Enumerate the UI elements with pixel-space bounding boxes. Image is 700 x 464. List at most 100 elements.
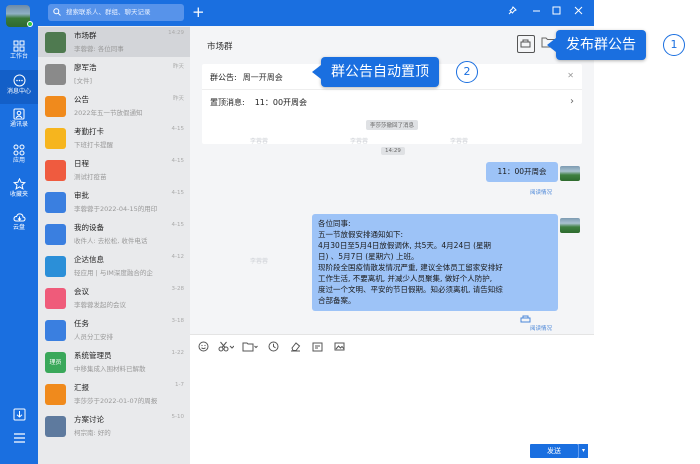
conversation-preview: 轻应用 | 与IM深度融合的企 <box>74 269 153 277</box>
add-button[interactable]: + <box>192 2 205 22</box>
conversation-item[interactable]: 会议 李蓉蓉发起的会议 3-28 <box>38 283 190 313</box>
conversation-avatar <box>45 256 66 277</box>
publish-notice-button[interactable] <box>517 35 535 53</box>
conversation-preview: 人员分工安排 <box>74 333 113 341</box>
app-window: 工作台 消息中心 通讯录 应用 收藏夹 云盘 搜索联系人、群组、聊天记录 + 市… <box>0 0 700 464</box>
rail-item-apps[interactable]: 应用 <box>0 140 38 174</box>
conversation-item[interactable]: 企达信息 轻应用 | 与IM深度融合的企 4-12 <box>38 251 190 281</box>
announcement-icon <box>520 39 531 48</box>
conversation-item[interactable]: 方案讨论 柯宗南: 好的 5-10 <box>38 411 190 441</box>
conversation-name: 方案讨论 <box>74 415 104 424</box>
conversation-avatar <box>45 384 66 405</box>
message-line: 日) 、5月7日 (星期六) 上班。 <box>318 252 419 261</box>
download-button[interactable] <box>0 404 38 426</box>
watermark: 李蓉蓉 <box>250 258 269 265</box>
read-status-link[interactable]: 阅读情况 <box>530 188 552 196</box>
contacts-icon <box>13 108 25 120</box>
close-notice-button[interactable]: ✕ <box>567 71 574 80</box>
conversation-avatar <box>45 96 66 117</box>
message-line: 工作生活, 不要离机, 并减少人员聚集, 做好个人防护, <box>318 274 493 283</box>
conversation-preview: 柯宗南: 好的 <box>74 429 111 437</box>
eraser-icon[interactable] <box>290 341 301 352</box>
conversation-item[interactable]: 公告 2022年五一节放假通知 昨天 <box>38 91 190 121</box>
minimize-button[interactable] <box>532 6 541 19</box>
notice-label: 群公告: <box>210 73 237 82</box>
chat-title: 市场群 <box>207 42 233 52</box>
message-bubble[interactable]: 各位同事: 五一节放假安排通知如下: 4月30日至5月4日放假调休, 共5天。4月2… <box>312 214 558 311</box>
pin-window-button[interactable] <box>508 6 517 19</box>
folder-icon[interactable] <box>242 341 258 352</box>
divider <box>202 89 582 90</box>
avatar[interactable] <box>560 166 580 181</box>
conversation-name: 考勤打卡 <box>74 127 104 136</box>
avatar[interactable] <box>560 218 580 233</box>
conversation-item[interactable]: 汇报李莎莎于2022-01-07的周报 1-7 <box>38 379 190 409</box>
send-options-button[interactable]: ▾ <box>578 444 588 458</box>
conversation-item[interactable]: 我的设备 收件人: 去松松, 收件电话 4-15 <box>38 219 190 249</box>
rail-item-messages[interactable]: 消息中心 <box>0 70 38 104</box>
conversation-name: 任务 <box>74 319 89 328</box>
rail-item-cloud[interactable]: 云盘 <box>0 208 38 242</box>
rail-label: 收藏夹 <box>9 191 28 198</box>
menu-button[interactable] <box>0 428 38 450</box>
close-window-button[interactable] <box>574 6 583 19</box>
rail-item-contacts[interactable]: 通讯录 <box>0 104 38 138</box>
callout-notice-pinned: 群公告自动置顶 <box>312 57 439 87</box>
notice-row: 群公告: 周一开周会 <box>210 72 283 83</box>
conversation-preview: 李蓉蓉于2022-04-15的用印 <box>74 205 158 213</box>
conversation-item[interactable]: 任务 人员分工安排 3-18 <box>38 315 190 345</box>
conversation-avatar <box>45 416 66 437</box>
conversation-item[interactable]: 廖军浩 [文件] 昨天 <box>38 59 190 89</box>
search-icon <box>53 8 61 16</box>
conversation-item[interactable]: 理员 系统管理员 中移集成入围材料已解散 1-22 <box>38 347 190 377</box>
conversation-avatar <box>45 320 66 341</box>
conversation-list: 市场群 李蓉蓉: 各位同事 14:29 廖军浩 [文件] 昨天 公告 2022年五一节放假通知… <box>38 26 190 464</box>
top-bar: 搜索联系人、群组、聊天记录 + <box>38 0 594 26</box>
search-input[interactable]: 搜索联系人、群组、聊天记录 <box>48 4 184 21</box>
conversation-time: 4-15 <box>171 190 184 196</box>
announcement-icon <box>520 315 531 323</box>
conversation-item[interactable]: 考勤打卡 下班打卡提醒 4-15 <box>38 123 190 153</box>
message-line: 度过一个文明、平安的节日假期。知必须离机, 请告知综 <box>318 285 503 294</box>
message-action-icon[interactable] <box>520 315 532 324</box>
callout-publish-notice: 发布群公告 <box>547 30 646 60</box>
pinned-value: 11：00开周会 <box>254 98 308 107</box>
conversation-item[interactable]: 审批 李蓉蓉于2022-04-15的用印 4-15 <box>38 187 190 217</box>
hamburger-icon <box>13 433 25 443</box>
scissors-icon[interactable] <box>218 341 234 352</box>
search-placeholder: 搜索联系人、群组、聊天记录 <box>66 8 151 16</box>
maximize-button[interactable] <box>552 6 561 19</box>
pinned-message-row[interactable]: 置顶消息: 11：00开周会 <box>210 97 307 108</box>
conversation-time: 1-7 <box>175 382 184 388</box>
conversation-avatar <box>45 64 66 85</box>
conversation-name: 汇报 <box>74 383 89 392</box>
rail-item-favorites[interactable]: 收藏夹 <box>0 174 38 208</box>
clock-icon[interactable] <box>268 341 279 352</box>
emoji-icon[interactable] <box>198 341 209 352</box>
conversation-name: 会议 <box>74 287 89 296</box>
conversation-avatar <box>45 128 66 149</box>
message-line: 五一节放假安排通知如下: <box>318 230 404 239</box>
conversation-time: 4-15 <box>171 222 184 228</box>
read-status-link[interactable]: 阅读情况 <box>530 324 552 332</box>
send-button[interactable]: 发送 <box>530 444 578 458</box>
conversation-item[interactable]: 日程 测试打疫苗 4-15 <box>38 155 190 185</box>
conversation-name: 企达信息 <box>74 255 104 264</box>
rail-item-workbench[interactable]: 工作台 <box>0 36 38 70</box>
conversation-name: 公告 <box>74 95 89 104</box>
screenshot-icon[interactable] <box>312 341 323 352</box>
conversation-preview: [文件] <box>74 77 93 85</box>
message-bubble[interactable]: 11：00开周会 <box>486 162 558 182</box>
conversation-preview: 李莎莎于2022-01-07的周报 <box>74 397 158 405</box>
close-icon <box>574 6 583 15</box>
conversation-time: 昨天 <box>172 96 184 102</box>
conversation-preview: 李蓉蓉发起的会议 <box>74 301 126 309</box>
conversation-item[interactable]: 市场群 李蓉蓉: 各位同事 14:29 <box>38 27 190 57</box>
conversation-preview: 李蓉蓉: 各位同事 <box>74 45 124 53</box>
callout-number: 2 <box>456 61 478 83</box>
conversation-name: 系统管理员 <box>74 351 112 360</box>
chevron-right-icon[interactable]: › <box>570 96 574 107</box>
watermark: 李蓉蓉 <box>250 138 269 145</box>
image-icon[interactable] <box>334 341 345 352</box>
rail-label: 应用 <box>12 157 25 164</box>
